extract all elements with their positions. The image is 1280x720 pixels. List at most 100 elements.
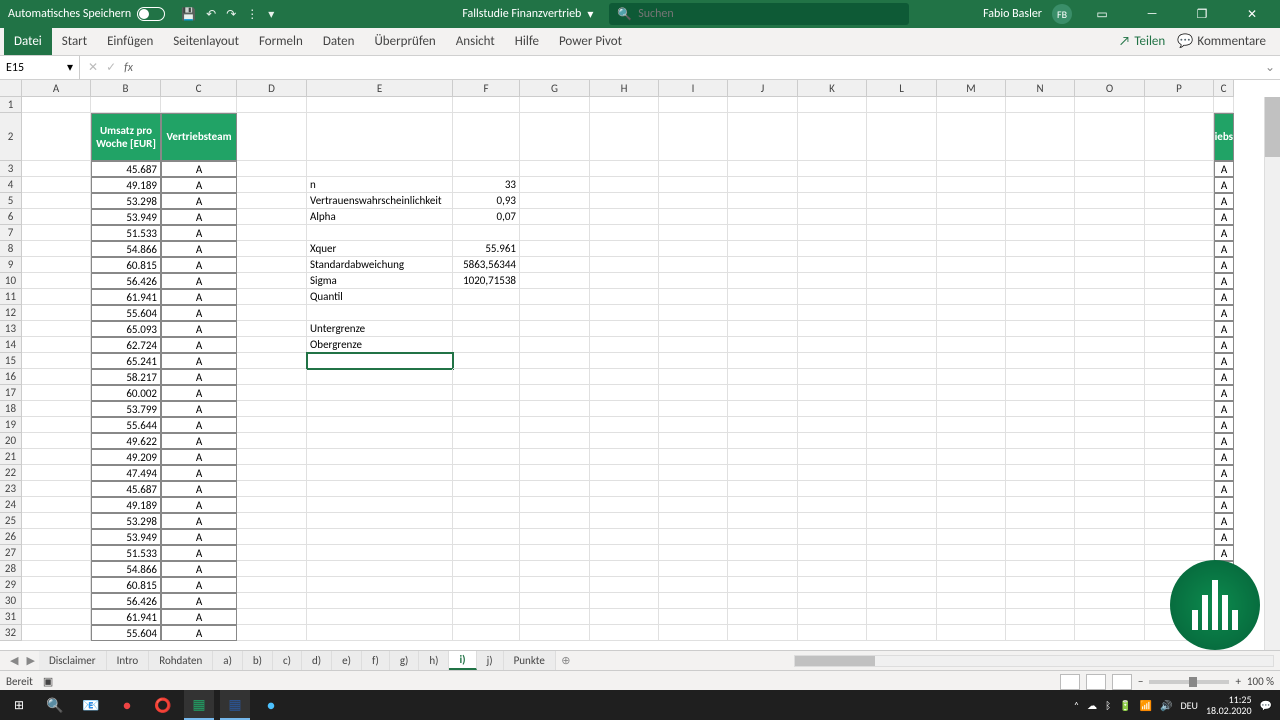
enter-formula-icon[interactable]: ✓: [106, 60, 116, 75]
cell[interactable]: [237, 161, 307, 177]
cell[interactable]: [590, 545, 659, 561]
cell[interactable]: 49.622: [91, 433, 161, 449]
cell[interactable]: A: [161, 289, 237, 305]
row-header[interactable]: 20: [0, 433, 22, 449]
cell[interactable]: [728, 465, 798, 481]
cell[interactable]: [867, 465, 937, 481]
row-header[interactable]: 9: [0, 257, 22, 273]
cell[interactable]: [1006, 609, 1075, 625]
cell[interactable]: [520, 257, 590, 273]
cell[interactable]: [1145, 545, 1214, 561]
cell[interactable]: A: [161, 241, 237, 257]
cell[interactable]: [453, 113, 520, 161]
cell[interactable]: [590, 321, 659, 337]
cell[interactable]: [937, 481, 1006, 497]
cell[interactable]: [798, 545, 867, 561]
cell[interactable]: A: [161, 513, 237, 529]
cell[interactable]: [867, 113, 937, 161]
cell[interactable]: [22, 337, 91, 353]
cell[interactable]: 55.961: [453, 241, 520, 257]
cell[interactable]: [453, 337, 520, 353]
cell[interactable]: [520, 465, 590, 481]
cell[interactable]: 62.724: [91, 337, 161, 353]
cell[interactable]: [453, 529, 520, 545]
cell[interactable]: n: [307, 177, 453, 193]
cell[interactable]: [22, 529, 91, 545]
cell[interactable]: [520, 161, 590, 177]
row-header[interactable]: 4: [0, 177, 22, 193]
cell[interactable]: [937, 561, 1006, 577]
cell[interactable]: [590, 481, 659, 497]
wifi-icon[interactable]: 📶: [1140, 699, 1152, 712]
row-header[interactable]: 15: [0, 353, 22, 369]
cell[interactable]: Obergrenze: [307, 337, 453, 353]
cell[interactable]: [728, 369, 798, 385]
cell[interactable]: [453, 369, 520, 385]
cell[interactable]: [867, 625, 937, 641]
cell[interactable]: [520, 417, 590, 433]
cell[interactable]: [307, 305, 453, 321]
cell[interactable]: [1006, 545, 1075, 561]
cell[interactable]: [22, 417, 91, 433]
cell[interactable]: [659, 385, 728, 401]
cell[interactable]: [237, 481, 307, 497]
cell[interactable]: [307, 225, 453, 241]
cell[interactable]: [237, 113, 307, 161]
sheet-tab[interactable]: c): [273, 651, 302, 670]
cell[interactable]: [237, 561, 307, 577]
horizontal-scrollbar[interactable]: [794, 655, 1274, 667]
cell[interactable]: [22, 113, 91, 161]
cell[interactable]: [1075, 609, 1145, 625]
cell[interactable]: A: [161, 625, 237, 641]
sheet-tab[interactable]: d): [302, 651, 332, 670]
cell[interactable]: [1145, 449, 1214, 465]
cell[interactable]: [1075, 513, 1145, 529]
cell[interactable]: [937, 193, 1006, 209]
cell[interactable]: [659, 369, 728, 385]
cell[interactable]: A: [1214, 321, 1234, 337]
cell[interactable]: [590, 513, 659, 529]
row-header[interactable]: 12: [0, 305, 22, 321]
cell[interactable]: A: [161, 593, 237, 609]
cell[interactable]: [22, 385, 91, 401]
cell[interactable]: [659, 513, 728, 529]
cell[interactable]: [798, 177, 867, 193]
cell[interactable]: [1145, 513, 1214, 529]
cell[interactable]: [937, 609, 1006, 625]
cell[interactable]: [453, 465, 520, 481]
cell[interactable]: A: [161, 225, 237, 241]
cell[interactable]: [307, 593, 453, 609]
cell[interactable]: [937, 97, 1006, 113]
cell[interactable]: 56.426: [91, 273, 161, 289]
cell[interactable]: [1145, 225, 1214, 241]
cell[interactable]: [307, 417, 453, 433]
cell[interactable]: [1145, 161, 1214, 177]
cell[interactable]: [520, 369, 590, 385]
cell[interactable]: [453, 625, 520, 641]
cell[interactable]: [453, 609, 520, 625]
cell[interactable]: [307, 465, 453, 481]
cell[interactable]: [1006, 241, 1075, 257]
language-indicator[interactable]: DEU: [1180, 699, 1197, 712]
cell[interactable]: [798, 401, 867, 417]
cell[interactable]: [590, 209, 659, 225]
close-icon[interactable]: ✕: [1232, 0, 1272, 28]
cell[interactable]: [1075, 625, 1145, 641]
cell[interactable]: A: [161, 401, 237, 417]
cell[interactable]: [1006, 113, 1075, 161]
bluetooth-icon[interactable]: ᛒ: [1105, 699, 1111, 712]
search-input[interactable]: [638, 7, 901, 21]
name-box[interactable]: E15▾: [0, 56, 80, 79]
sheet-tab[interactable]: i): [449, 651, 476, 670]
column-header[interactable]: N: [1006, 80, 1075, 97]
maximize-icon[interactable]: ❐: [1182, 0, 1222, 28]
cell[interactable]: [867, 305, 937, 321]
cell[interactable]: Xquer: [307, 241, 453, 257]
cell[interactable]: [520, 497, 590, 513]
column-header[interactable]: K: [798, 80, 867, 97]
cell[interactable]: [1075, 401, 1145, 417]
cell[interactable]: [728, 305, 798, 321]
cell[interactable]: Sigma: [307, 273, 453, 289]
cell[interactable]: [1006, 625, 1075, 641]
cell[interactable]: [798, 97, 867, 113]
